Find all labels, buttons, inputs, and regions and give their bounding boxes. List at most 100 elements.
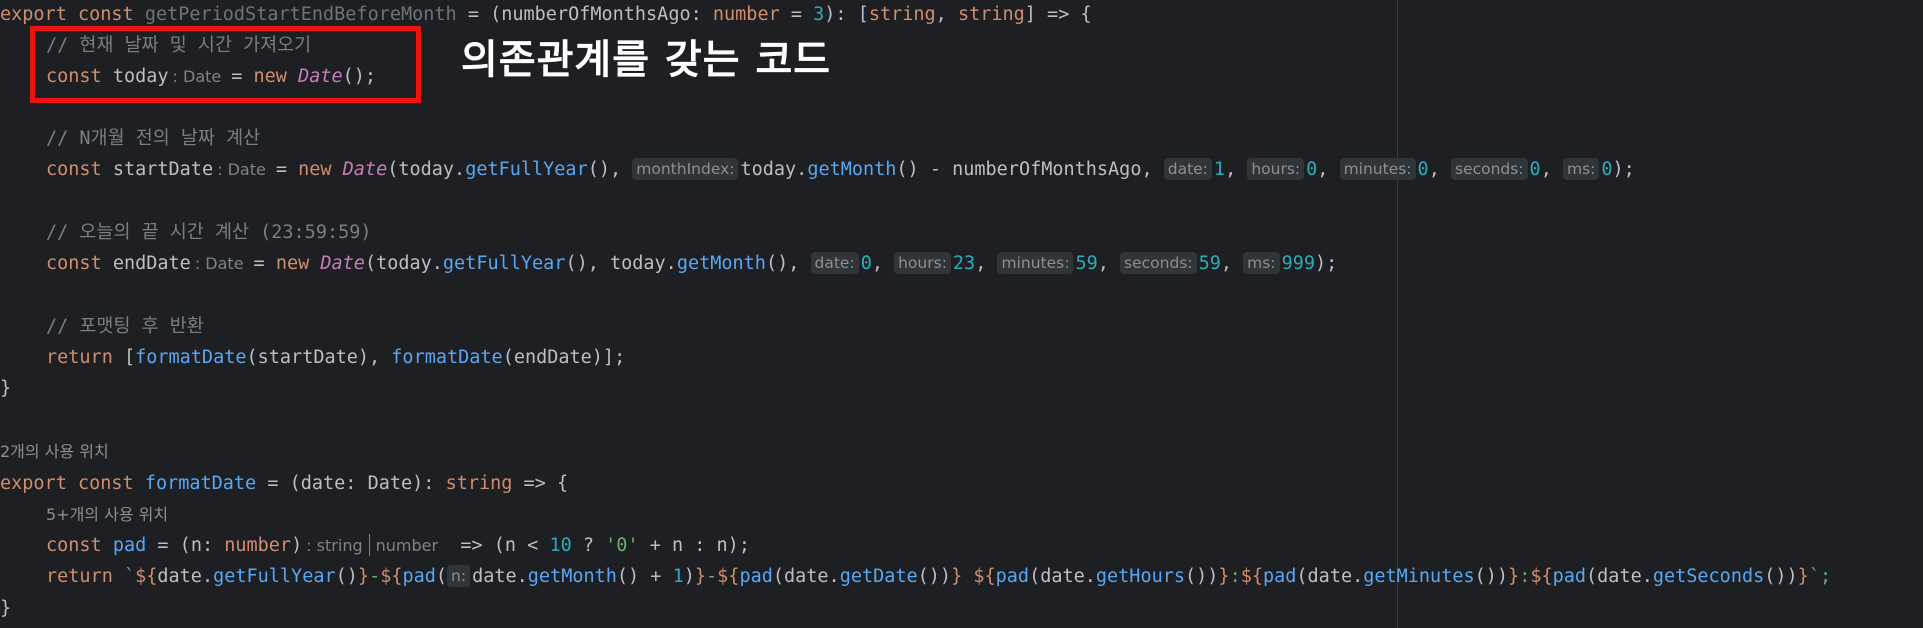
code-text: ); — [1314, 253, 1338, 274]
template-string — [962, 566, 973, 587]
number: 999 — [1281, 253, 1315, 274]
code-text: (), — [765, 253, 811, 274]
code-text: today. — [740, 159, 808, 180]
keyword: export — [0, 473, 67, 494]
code-line-19[interactable]: return `${date.getFullYear()}-${pad(n: da… — [0, 561, 1831, 592]
keyword: const — [46, 253, 102, 274]
code-text: , — [1540, 159, 1563, 180]
right-margin-guide — [1397, 0, 1398, 628]
template-delim: } — [1508, 566, 1520, 587]
code-text: [ — [112, 347, 136, 368]
code-text: , — [935, 4, 958, 25]
code-text: () + — [616, 566, 673, 587]
function-call: pad — [739, 566, 773, 587]
code-text: (today. — [364, 253, 443, 274]
template-delim: ${ — [1530, 566, 1553, 587]
code-line-20[interactable]: } — [0, 593, 11, 624]
code-text: = — [275, 159, 299, 180]
parameter-hint: ms: — [1243, 252, 1280, 274]
code-text: = ( — [456, 4, 502, 25]
code-text: ) — [291, 535, 303, 556]
usage-count-link[interactable]: 5+개의 사용 위치 — [46, 505, 168, 524]
code-line-11[interactable]: // 포맷팅 후 반환 — [0, 311, 204, 342]
code-text: (startDate), — [246, 347, 392, 368]
return-type-hint: : string number — [302, 534, 439, 556]
template-string: : — [1519, 566, 1531, 587]
parameter-hint: minutes: — [1339, 158, 1416, 180]
code-text: = (n: — [146, 535, 225, 556]
code-text: () - numberOfMonthsAgo, — [896, 159, 1164, 180]
code-line-13[interactable]: } — [0, 373, 11, 404]
number: 0 — [1601, 159, 1613, 180]
code-text: (date. — [1296, 566, 1364, 587]
template-string: - — [706, 566, 718, 587]
annotation-label: 의존관계를 갖는 코드 — [461, 37, 832, 83]
function-call: pad — [995, 566, 1030, 587]
function-call: pad — [1262, 566, 1297, 587]
code-text: (today. — [387, 159, 466, 180]
code-line-12[interactable]: return [formatDate(startDate), formatDat… — [0, 342, 625, 373]
comment: // N개월 전의 날짜 계산 — [46, 128, 261, 149]
parameter-hint: monthIndex: — [632, 158, 739, 180]
number: 0 — [1306, 159, 1318, 180]
type: number — [224, 535, 292, 556]
code-line-5[interactable]: // N개월 전의 날짜 계산 — [0, 123, 260, 154]
code-text: ()) — [1185, 566, 1219, 587]
code-line-18[interactable]: const pad = (n: number): string number =>… — [0, 530, 750, 561]
function-name: formatDate — [144, 473, 257, 494]
code-text: ()) — [1474, 566, 1509, 587]
type-hint: : Date — [194, 254, 244, 273]
comment: // 포맷팅 후 반환 — [46, 316, 204, 337]
code-text: date. — [472, 566, 528, 587]
type: string — [868, 4, 936, 25]
usage-hint-line[interactable]: 2개의 사용 위치 — [0, 436, 109, 467]
type-hint: number — [375, 536, 439, 555]
keyword: return — [46, 347, 113, 368]
string: '0' — [605, 535, 639, 556]
keyword: new — [298, 159, 332, 180]
closing-brace: } — [0, 378, 12, 399]
parameter: numberOfMonthsAgo — [501, 4, 691, 25]
keyword: const — [46, 535, 102, 556]
template-delim: } — [694, 566, 707, 587]
parameter-hint: date: — [1163, 158, 1212, 180]
number: 1 — [672, 566, 684, 587]
code-line-8[interactable]: // 오늘의 끝 시간 계산 (23:59:59) — [0, 217, 372, 248]
keyword: const — [77, 4, 134, 25]
code-editor[interactable]: export const getPeriodStartEndBeforeMont… — [0, 0, 1923, 628]
code-line-6[interactable]: const startDate: Date = new Date(today.ge… — [0, 154, 1635, 185]
code-text: (endDate)]; — [502, 347, 626, 368]
template-delim: ${ — [1240, 566, 1263, 587]
type: string — [957, 4, 1025, 25]
hint-separator — [368, 534, 370, 556]
code-text: = — [253, 253, 276, 274]
code-text: ); — [1612, 159, 1635, 180]
usage-hint-line[interactable]: 5+개의 사용 위치 — [0, 499, 168, 530]
method-call: getFullYear — [442, 253, 566, 274]
template-delim: } — [1797, 566, 1809, 587]
code-line-16[interactable]: export const formatDate = (date: Date): … — [0, 468, 568, 499]
parameter-hint: ms: — [1562, 158, 1600, 180]
template-delim: ${ — [380, 566, 403, 587]
parameter-hint: n: — [447, 565, 471, 587]
code-text: ( — [435, 566, 448, 587]
template-string: : — [1229, 566, 1241, 587]
code-text: ? — [571, 535, 606, 556]
template-delim: ${ — [973, 566, 996, 587]
code-text: ()) — [917, 566, 952, 587]
code-text: ): [ — [824, 4, 869, 25]
number: 3 — [813, 4, 825, 25]
code-line-9[interactable]: const endDate: Date = new Date(today.getF… — [0, 248, 1337, 279]
usage-count-link[interactable]: 2개의 사용 위치 — [0, 442, 109, 461]
closing-brace: } — [0, 598, 12, 619]
code-text: + n : n); — [638, 535, 750, 556]
code-text: , — [1097, 253, 1121, 274]
code-text: , — [1317, 159, 1340, 180]
function-name: getPeriodStartEndBeforeMonth — [144, 4, 457, 25]
number: 1 — [1213, 159, 1226, 180]
code-text: (), — [587, 159, 633, 180]
keyword: export — [0, 4, 67, 25]
code-text: = (date: Date): — [256, 473, 446, 494]
template-string: ` — [112, 566, 136, 587]
function-call: formatDate — [135, 347, 247, 368]
